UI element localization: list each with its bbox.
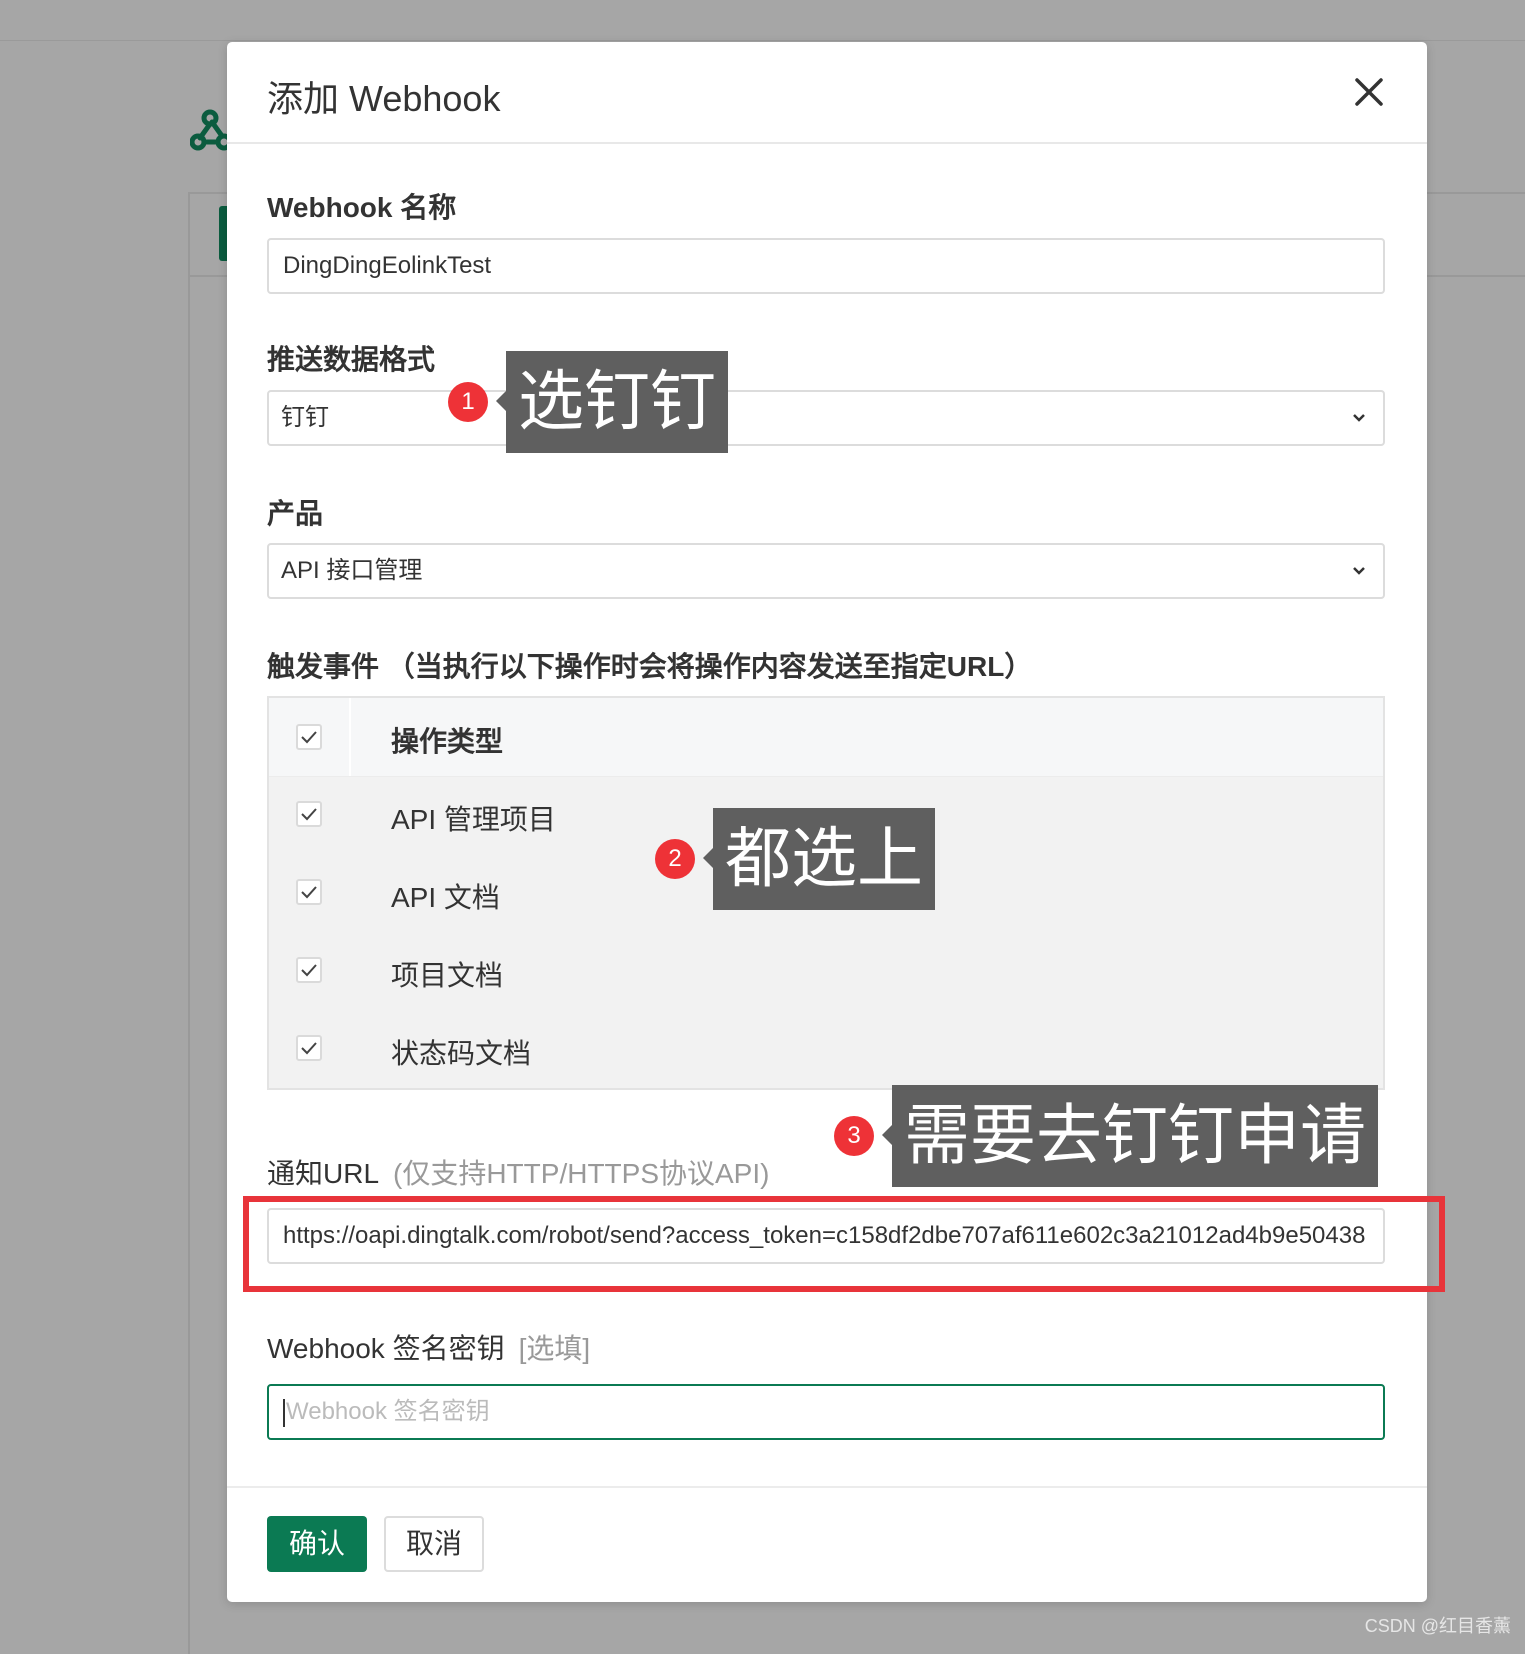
push-format-select[interactable]: 钉钉 [267, 390, 1385, 446]
select-all-checkbox[interactable] [296, 724, 322, 750]
event-checkbox[interactable] [296, 957, 322, 983]
webhook-name-label: Webhook 名称 [267, 192, 457, 223]
text-cursor [283, 1398, 285, 1427]
push-format-label: 推送数据格式 [267, 344, 436, 375]
cancel-button[interactable]: 取消 [384, 1516, 484, 1572]
event-checkbox[interactable] [296, 801, 322, 827]
footer-divider [227, 1486, 1427, 1488]
event-label: 项目文档 [391, 960, 504, 991]
trigger-events-label: 触发事件 （当执行以下操作时会将操作内容发送至指定URL） [267, 651, 1033, 682]
checkmark-icon [301, 1042, 317, 1055]
header-column-divider [349, 698, 351, 776]
confirm-button[interactable]: 确认 [267, 1516, 367, 1572]
table-header: 操作类型 [269, 698, 1383, 777]
checkmark-icon [301, 808, 317, 821]
notify-url-title: 通知URL [267, 1158, 380, 1189]
annotation-badge-1: 1 [448, 382, 488, 422]
dialog-header: 添加 Webhook [227, 42, 1427, 144]
signing-secret-placeholder: Webhook 签名密钥 [286, 1398, 490, 1425]
signing-secret-title: Webhook 签名密钥 [267, 1333, 505, 1364]
checkmark-icon [301, 731, 317, 744]
operation-type-header: 操作类型 [391, 726, 504, 757]
annotation-callout-3: 需要去钉钉申请 [882, 1085, 1378, 1187]
event-checkbox[interactable] [296, 879, 322, 905]
chevron-down-icon [1353, 567, 1365, 575]
signing-secret-label: Webhook 签名密钥 [选填] [267, 1327, 590, 1367]
annotation-badge-2: 2 [655, 839, 695, 879]
webhook-logo-icon [190, 109, 230, 151]
product-label: 产品 [267, 498, 324, 529]
event-label: API 文档 [391, 882, 500, 913]
push-format-value: 钉钉 [281, 404, 329, 431]
webhook-name-input[interactable]: DingDingEolinkTest [267, 238, 1385, 294]
product-value: API 接口管理 [281, 557, 423, 584]
event-label: API 管理项目 [391, 804, 556, 835]
event-checkbox[interactable] [296, 1035, 322, 1061]
watermark: CSDN @红目香薰 [1364, 1616, 1511, 1636]
annotation-callout-1: 选钉钉 [496, 351, 728, 453]
notify-url-hint: (仅支持HTTP/HTTPS协议API) [393, 1158, 770, 1189]
dialog-title: 添加 Webhook [267, 78, 501, 119]
annotation-callout-2: 都选上 [703, 808, 935, 910]
chevron-down-icon [1353, 414, 1365, 422]
signing-secret-hint: [选填] [518, 1333, 591, 1364]
background-top-divider [0, 40, 1525, 41]
signing-secret-input[interactable]: Webhook 签名密钥 [267, 1384, 1385, 1440]
checkmark-icon [301, 886, 317, 899]
checkmark-icon [301, 964, 317, 977]
annotation-badge-3: 3 [834, 1116, 874, 1156]
product-select[interactable]: API 接口管理 [267, 543, 1385, 599]
notify-url-label: 通知URL (仅支持HTTP/HTTPS协议API) [267, 1152, 769, 1192]
close-icon[interactable] [1347, 70, 1391, 114]
url-highlight-box [243, 1196, 1445, 1292]
event-label: 状态码文档 [391, 1038, 532, 1069]
